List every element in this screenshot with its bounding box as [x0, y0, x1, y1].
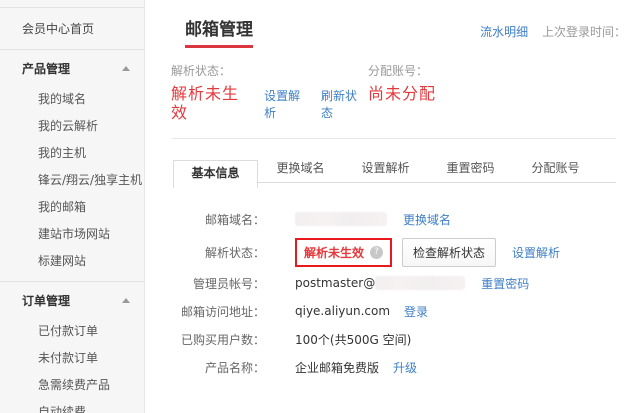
sidebar-item-standard-site[interactable]: 标建网站	[0, 248, 144, 275]
purchased-users-row: 已购买用户数： 100个(共500G 空间)	[169, 329, 628, 349]
tab-set-resolution[interactable]: 设置解析	[343, 154, 428, 182]
webmail-url-row: 邮箱访问地址： qiye.aliyun.com 登录	[169, 301, 628, 321]
purchased-users-label: 已购买用户数：	[169, 331, 265, 348]
billing-detail-link[interactable]: 流水明细	[480, 25, 528, 39]
refresh-status-link[interactable]: 刷新状态	[321, 87, 368, 122]
sidebar-section-order-management[interactable]: 订单管理	[0, 282, 144, 318]
upgrade-link[interactable]: 升级	[393, 359, 417, 376]
tab-basic-info[interactable]: 基本信息	[173, 160, 258, 188]
resolution-row-label: 解析状态：	[169, 244, 265, 261]
product-name-value: 企业邮箱免费版	[295, 359, 379, 376]
last-login-label: 上次登录时间：	[542, 25, 626, 39]
sidebar-item-auto-renewal[interactable]: 自动续费	[0, 399, 144, 413]
resolution-status-row: 解析状态： 解析未生效 ? 检查解析状态 设置解析	[169, 237, 628, 267]
email-domain-label: 邮箱域名：	[169, 211, 265, 228]
collapse-arrow-icon[interactable]	[122, 66, 130, 71]
sidebar-section-title: 订单管理	[22, 292, 122, 309]
change-domain-link[interactable]: 更换域名	[403, 211, 451, 228]
resolution-status-block: 解析状态： 解析未生效 设置解析 刷新状态	[171, 62, 368, 122]
admin-account-prefix: postmaster@	[295, 276, 375, 290]
section-divider	[172, 138, 616, 139]
check-resolution-button[interactable]: 检查解析状态	[402, 238, 496, 267]
set-resolution-link[interactable]: 设置解析	[264, 87, 311, 122]
set-resolution-form-link[interactable]: 设置解析	[512, 244, 560, 261]
redacted-domain-value	[295, 212, 387, 226]
sidebar-item-my-hosts[interactable]: 我的主机	[0, 140, 144, 167]
tab-change-domain[interactable]: 更换域名	[258, 154, 343, 182]
sidebar-item-my-dns[interactable]: 我的云解析	[0, 113, 144, 140]
assignment-status-label: 分配账号：	[368, 62, 436, 79]
sidebar-item-unpaid-orders[interactable]: 未付款订单	[0, 345, 144, 372]
sidebar-item-member-home[interactable]: 会员中心首页	[0, 8, 144, 50]
page-title: 邮箱管理	[185, 20, 253, 48]
tab-reset-password[interactable]: 重置密码	[428, 154, 513, 182]
login-link[interactable]: 登录	[404, 303, 428, 320]
sidebar-item-site-market[interactable]: 建站市场网站	[0, 221, 144, 248]
page-header: 邮箱管理 流水明细 上次登录时间：	[146, 0, 628, 48]
header-meta: 流水明细 上次登录时间：	[480, 20, 626, 40]
resolution-row-value: 解析未生效	[304, 244, 364, 261]
resolution-status-highlight: 解析未生效 ?	[295, 238, 392, 267]
product-name-label: 产品名称：	[169, 359, 265, 376]
question-circle-icon[interactable]: ?	[370, 246, 383, 259]
redacted-email-domain	[375, 276, 465, 290]
assignment-status-block: 分配账号： 尚未分配	[368, 62, 436, 122]
sidebar-section-product-management[interactable]: 产品管理	[0, 50, 144, 86]
sidebar-item-cloud-hosts[interactable]: 锋云/翔云/独享主机	[0, 167, 144, 194]
webmail-url-value: qiye.aliyun.com	[295, 304, 390, 318]
collapse-arrow-icon[interactable]	[122, 298, 130, 303]
email-management-page: 会员中心首页 产品管理 我的域名 我的云解析 我的主机 锋云/翔云/独享主机 我…	[0, 0, 628, 413]
main-content: 邮箱管理 流水明细 上次登录时间： 解析状态： 解析未生效 设置解析 刷新状态 …	[146, 0, 628, 413]
sidebar-item-my-domains[interactable]: 我的域名	[0, 86, 144, 113]
tab-assign-account[interactable]: 分配账号	[513, 154, 598, 182]
sidebar-item-my-email[interactable]: 我的邮箱	[0, 194, 144, 221]
basic-info-form: 邮箱域名： 更换域名 解析状态： 解析未生效 ? 检查解析状态 设置解析	[169, 209, 628, 377]
admin-account-label: 管理员帐号：	[169, 275, 265, 292]
sidebar-item-paid-orders[interactable]: 已付款订单	[0, 318, 144, 345]
tab-bar: 基本信息 更换域名 设置解析 重置密码 分配账号	[173, 153, 616, 183]
sidebar: 会员中心首页 产品管理 我的域名 我的云解析 我的主机 锋云/翔云/独享主机 我…	[0, 0, 145, 413]
resolution-status-value: 解析未生效	[171, 85, 254, 122]
reset-password-link[interactable]: 重置密码	[481, 275, 529, 292]
purchased-users-value: 100个(共500G 空间)	[295, 331, 411, 348]
sidebar-item-renewal-products[interactable]: 急需续费产品	[0, 372, 144, 399]
assignment-status-value: 尚未分配	[368, 85, 436, 103]
webmail-url-label: 邮箱访问地址：	[169, 303, 265, 320]
sidebar-top-divider	[0, 0, 144, 8]
email-domain-row: 邮箱域名： 更换域名	[169, 209, 628, 229]
status-summary: 解析状态： 解析未生效 设置解析 刷新状态 分配账号： 尚未分配	[171, 62, 628, 122]
admin-account-row: 管理员帐号： postmaster@ 重置密码	[169, 273, 628, 293]
sidebar-section-title: 产品管理	[22, 60, 122, 77]
resolution-status-label: 解析状态：	[171, 62, 368, 79]
product-name-row: 产品名称： 企业邮箱免费版 升级	[169, 357, 628, 377]
